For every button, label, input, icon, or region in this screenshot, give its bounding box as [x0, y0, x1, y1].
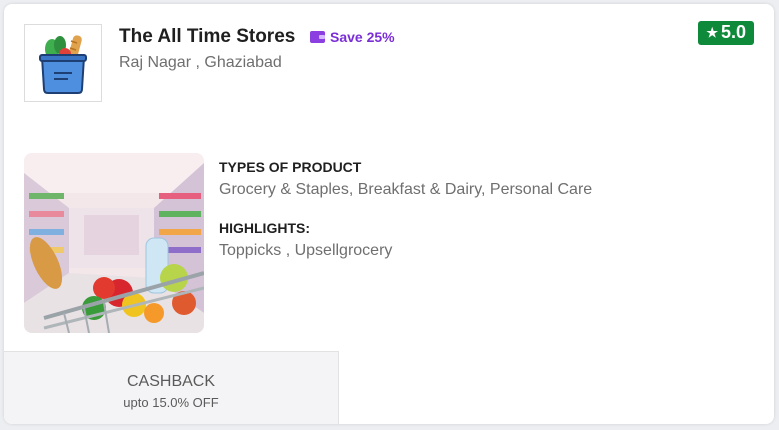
wallet-icon	[310, 31, 325, 43]
star-icon: ★	[706, 24, 718, 40]
types-value: Grocery & Staples, Breakfast & Dairy, Pe…	[219, 181, 593, 198]
rating-value: 5.0	[720, 22, 746, 42]
highlights-heading: HIGHLIGHTS:	[219, 220, 310, 236]
store-name[interactable]: The All Time Stores	[119, 26, 295, 48]
types-heading: TYPES OF PRODUCT	[219, 159, 362, 175]
store-card[interactable]: The All Time Stores Save 25% Raj Nagar ,…	[4, 4, 774, 424]
cashback-subtitle: upto 15.0% OFF	[123, 395, 219, 410]
cashback-panel[interactable]: CASHBACK upto 15.0% OFF	[4, 351, 339, 424]
highlights-section: HIGHLIGHTS: Toppicks , Upsellgrocery	[219, 220, 392, 260]
highlights-value: Toppicks , Upsellgrocery	[219, 242, 393, 259]
types-section: TYPES OF PRODUCT Grocery & Staples, Brea…	[219, 159, 592, 199]
store-logo	[24, 24, 102, 102]
save-label: Save 25%	[330, 29, 395, 45]
cashback-title: CASHBACK	[126, 373, 216, 390]
supermarket-cart-photo	[24, 153, 204, 333]
grocery-bag-icon	[39, 35, 87, 94]
store-location: Raj Nagar , Ghaziabad	[119, 54, 282, 71]
save-badge: Save 25%	[310, 29, 395, 45]
rating-badge: ★ 5.0	[698, 21, 754, 45]
store-photo	[24, 153, 204, 333]
